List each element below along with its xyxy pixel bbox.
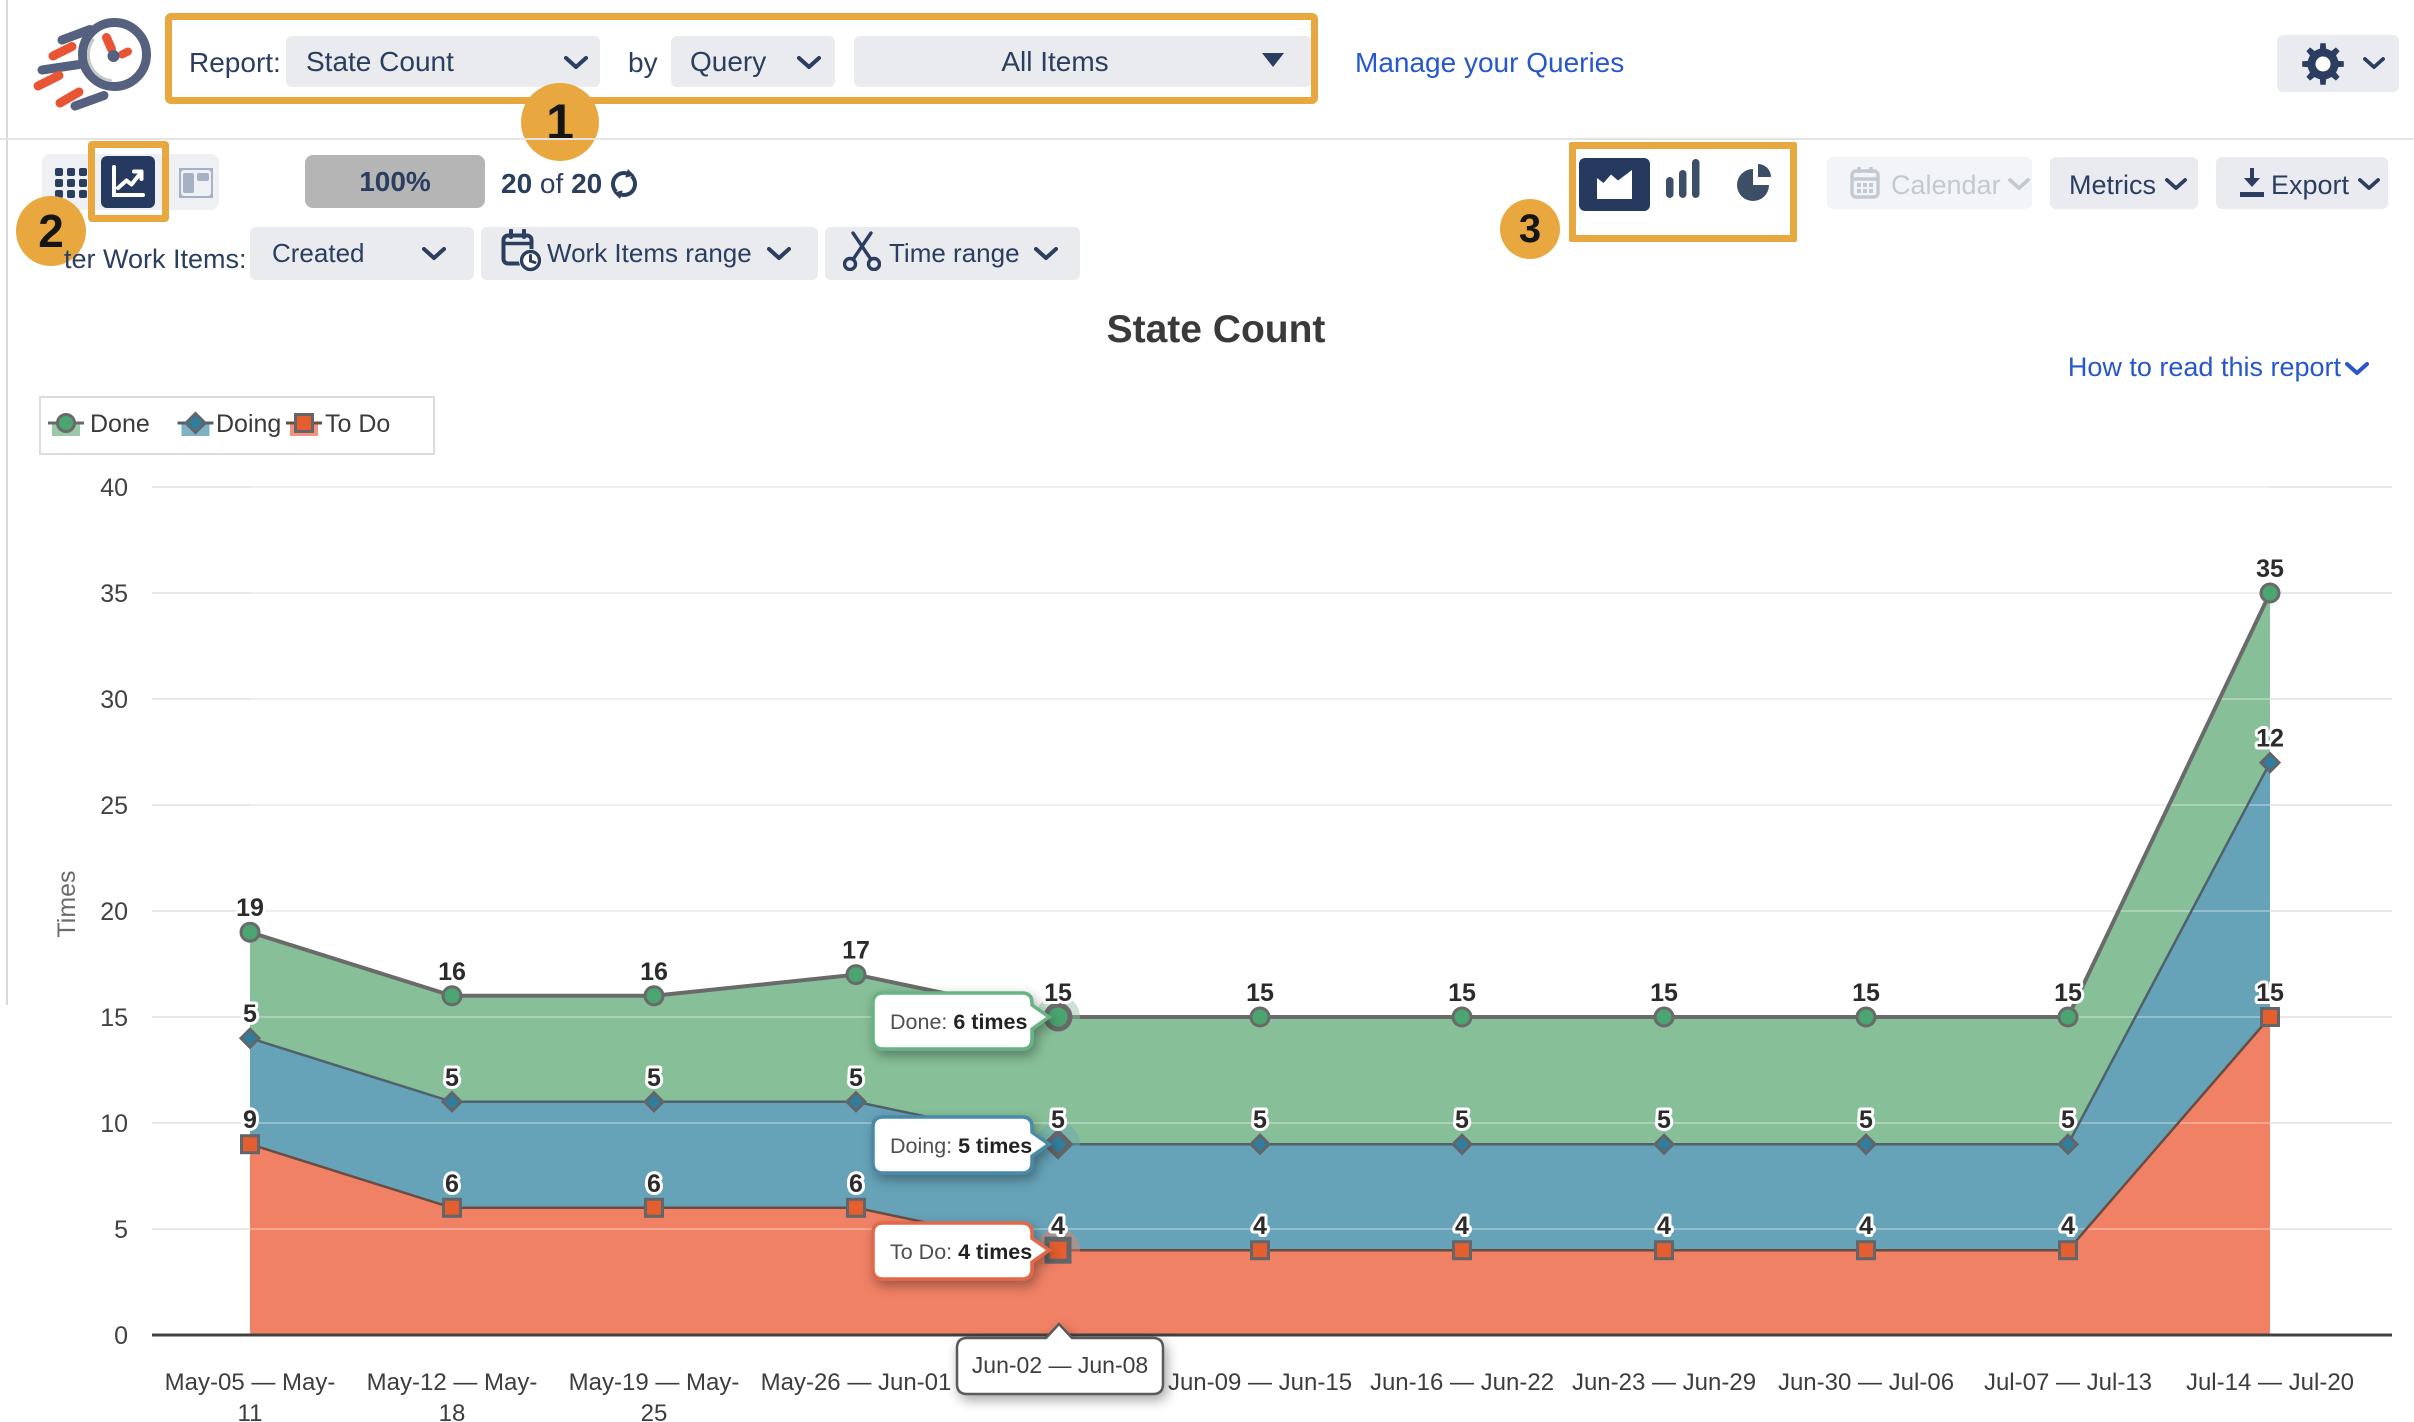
svg-text:Jun-09 — Jun-15: Jun-09 — Jun-15 [1168, 1369, 1352, 1396]
svg-text:10: 10 [100, 1110, 128, 1138]
svg-text:6: 6 [849, 1170, 863, 1198]
svg-text:5: 5 [849, 1064, 863, 1092]
svg-text:40: 40 [100, 474, 128, 502]
svg-text:Jun-23 — Jun-29: Jun-23 — Jun-29 [1572, 1369, 1756, 1396]
svg-text:25: 25 [641, 1400, 668, 1422]
svg-text:May-12 — May-: May-12 — May- [367, 1369, 538, 1396]
svg-text:6: 6 [445, 1170, 459, 1198]
svg-text:35: 35 [100, 580, 128, 608]
svg-text:15: 15 [1448, 979, 1476, 1007]
svg-text:15: 15 [1246, 979, 1274, 1007]
svg-text:Jun-02 — Jun-08: Jun-02 — Jun-08 [972, 1352, 1148, 1378]
svg-text:5: 5 [1859, 1106, 1873, 1134]
svg-text:Jun-16 — Jun-22: Jun-16 — Jun-22 [1370, 1369, 1554, 1396]
svg-text:15: 15 [1044, 979, 1072, 1007]
svg-text:5: 5 [647, 1064, 661, 1092]
svg-text:May-26 — Jun-01: May-26 — Jun-01 [761, 1369, 952, 1396]
svg-text:To Do: To Do [325, 410, 390, 438]
svg-text:35: 35 [2256, 555, 2284, 583]
svg-text:18: 18 [439, 1400, 466, 1422]
svg-text:May-19 — May-: May-19 — May- [569, 1369, 740, 1396]
svg-text:Jun-30 — Jul-06: Jun-30 — Jul-06 [1778, 1369, 1954, 1396]
svg-text:4: 4 [1657, 1212, 1671, 1240]
svg-text:5: 5 [1253, 1106, 1267, 1134]
svg-text:25: 25 [100, 792, 128, 820]
svg-text:To Do: 4 times: To Do: 4 times [890, 1240, 1032, 1264]
svg-text:4: 4 [1051, 1212, 1065, 1240]
svg-text:0: 0 [114, 1322, 128, 1350]
svg-text:15: 15 [2054, 979, 2082, 1007]
svg-text:4: 4 [1859, 1212, 1873, 1240]
svg-text:5: 5 [243, 1000, 257, 1028]
svg-text:9: 9 [243, 1106, 257, 1134]
svg-text:12: 12 [2256, 725, 2284, 753]
svg-text:16: 16 [640, 958, 668, 986]
svg-text:Done: 6 times: Done: 6 times [890, 1010, 1027, 1034]
svg-text:Doing: 5 times: Doing: 5 times [890, 1134, 1032, 1158]
svg-text:15: 15 [1852, 979, 1880, 1007]
svg-text:Jul-07 — Jul-13: Jul-07 — Jul-13 [1984, 1369, 2152, 1396]
svg-text:17: 17 [842, 937, 870, 965]
svg-text:15: 15 [100, 1004, 128, 1032]
svg-text:5: 5 [114, 1216, 128, 1244]
svg-text:Done: Done [90, 410, 150, 438]
svg-text:5: 5 [1051, 1106, 1065, 1134]
svg-text:6: 6 [647, 1170, 661, 1198]
svg-text:15: 15 [2256, 979, 2284, 1007]
svg-text:16: 16 [438, 958, 466, 986]
svg-text:11: 11 [238, 1400, 263, 1422]
svg-text:20: 20 [100, 898, 128, 926]
svg-text:19: 19 [236, 894, 264, 922]
svg-text:15: 15 [1650, 979, 1678, 1007]
svg-text:May-05 — May-: May-05 — May- [165, 1369, 336, 1396]
svg-text:5: 5 [1657, 1106, 1671, 1134]
svg-text:5: 5 [2061, 1106, 2075, 1134]
svg-text:Doing: Doing [216, 410, 281, 438]
svg-text:4: 4 [1253, 1212, 1267, 1240]
svg-text:Times: Times [53, 870, 81, 937]
svg-text:5: 5 [1455, 1106, 1469, 1134]
svg-text:5: 5 [445, 1064, 459, 1092]
svg-text:4: 4 [2061, 1212, 2075, 1240]
svg-text:Jul-14 — Jul-20: Jul-14 — Jul-20 [2186, 1369, 2354, 1396]
svg-text:30: 30 [100, 686, 128, 714]
svg-text:4: 4 [1455, 1212, 1469, 1240]
